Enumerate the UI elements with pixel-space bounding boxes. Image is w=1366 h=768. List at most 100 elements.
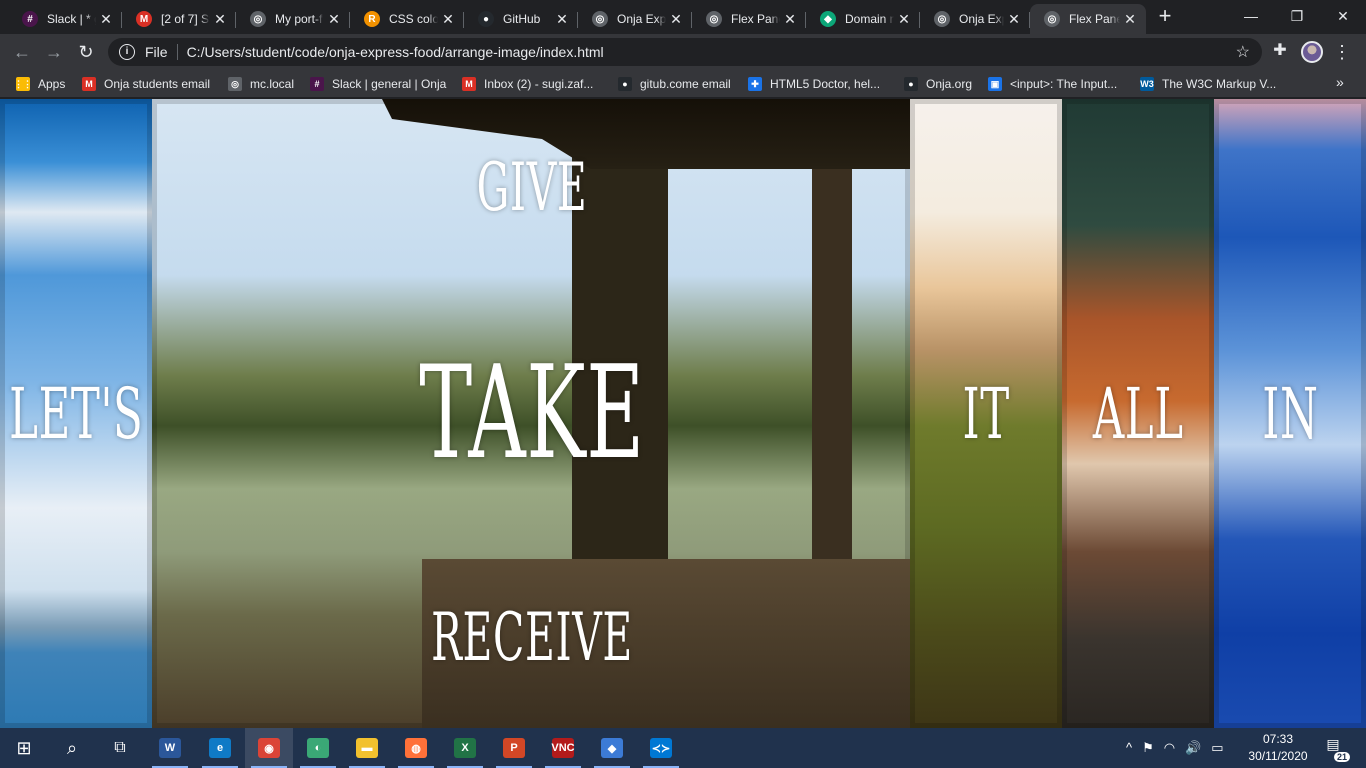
tab-close-icon[interactable]: ✕: [96, 11, 116, 28]
globe-icon: ◎: [706, 11, 722, 27]
tab-8[interactable]: ◆ Domain n ✕: [806, 4, 920, 34]
bookmark-9[interactable]: ▣ <input>: The Input...: [988, 75, 1117, 93]
maximize-button[interactable]: ❐: [1274, 0, 1320, 32]
minimize-button[interactable]: —: [1228, 0, 1274, 32]
bookmarks-overflow-icon[interactable]: »: [1336, 74, 1344, 90]
notification-glyph: ▤: [1326, 736, 1340, 752]
taskbar-powerpoint-icon[interactable]: P: [490, 728, 538, 768]
start-button[interactable]: ⊞: [0, 728, 48, 768]
taskbar-chrome-icon[interactable]: ◉: [245, 728, 293, 768]
tab-close-icon[interactable]: ✕: [780, 11, 800, 28]
bookmark-label: Onja.org: [926, 77, 973, 91]
bookmark-10[interactable]: W3 The W3C Markup V...: [1140, 75, 1276, 93]
taskbar-word-icon[interactable]: W: [146, 728, 194, 768]
r-icon: R: [364, 11, 380, 27]
mdn-icon: ▣: [988, 77, 1002, 91]
w3c-icon: W3: [1140, 77, 1154, 91]
profile-avatar[interactable]: [1301, 41, 1323, 63]
vnc-glyph: VNC: [551, 738, 575, 758]
github-icon: ●: [618, 77, 632, 91]
search-icon[interactable]: ⌕: [48, 728, 96, 768]
volume-icon[interactable]: 🔊: [1185, 740, 1201, 756]
bookmark-8[interactable]: ● Onja.org: [904, 75, 972, 93]
browser-menu-icon[interactable]: ⋮: [1333, 38, 1351, 66]
globe-icon: ◎: [250, 11, 266, 27]
taskbar-edge-icon[interactable]: e: [196, 728, 244, 768]
taskbar-git-icon[interactable]: ◆: [588, 728, 636, 768]
tab-2[interactable]: M [2 of 7] Sy ✕: [122, 4, 236, 34]
panel-2[interactable]: Give Take Receive: [152, 99, 910, 728]
security-icon[interactable]: ⚑: [1142, 740, 1154, 756]
taskbar-excel-icon[interactable]: X: [441, 728, 489, 768]
panel-2-top-word: Give: [476, 149, 588, 226]
back-button[interactable]: ←: [8, 38, 36, 66]
extensions-puzzle-icon[interactable]: ✚: [1268, 40, 1292, 64]
reload-button[interactable]: ↻: [72, 38, 100, 66]
show-hidden-icons[interactable]: ^: [1126, 740, 1132, 756]
bookmark-3[interactable]: ◎ mc.local: [228, 75, 294, 93]
panel-4-middle-word: All: [1092, 372, 1184, 455]
panel-5[interactable]: In: [1214, 99, 1366, 728]
bookmark-7[interactable]: ✚ HTML5 Doctor, hel...: [748, 75, 880, 93]
panel-1[interactable]: Let's: [0, 99, 152, 728]
bookmark-2[interactable]: M Onja students email: [82, 75, 210, 93]
tab-9[interactable]: ◎ Onja Exp ✕: [920, 4, 1030, 34]
tab-close-icon[interactable]: ✕: [324, 11, 344, 28]
tab-close-icon[interactable]: ✕: [666, 11, 686, 28]
firefox-glyph: ◍: [405, 738, 427, 758]
panel-4[interactable]: All: [1062, 99, 1214, 728]
bookmark-label: Apps: [38, 77, 66, 91]
clock-time: 07:33: [1262, 732, 1294, 746]
url-text[interactable]: C:/Users/student/code/onja-express-food/…: [187, 44, 1236, 60]
tab-close-icon[interactable]: ✕: [438, 11, 458, 28]
tab-4[interactable]: R CSS colors✕: [350, 4, 464, 34]
tab-1[interactable]: # Slack | * general✕: [8, 4, 122, 34]
taskbar-vnc-icon[interactable]: VNC: [539, 728, 587, 768]
tab-close-icon[interactable]: ✕: [552, 11, 572, 28]
close-window-button[interactable]: ✕: [1320, 0, 1366, 32]
powerpoint-glyph: P: [503, 738, 525, 758]
bookmark-5[interactable]: M Inbox (2) - sugi.zaf...: [462, 75, 593, 93]
tab-5[interactable]: ● GitHub ✕: [464, 4, 578, 34]
tab-6[interactable]: ◎ Onja Exp ✕: [578, 4, 692, 34]
file-explorer-glyph: ▬: [356, 738, 378, 758]
bookmark-label: mc.local: [250, 77, 295, 91]
tab-close-icon[interactable]: ✕: [1120, 11, 1140, 28]
bookmark-1[interactable]: ⋮⋮ Apps: [14, 75, 66, 93]
tab-7[interactable]: ◎ Flex Pane ✕: [692, 4, 806, 34]
globe-icon: ◎: [592, 11, 608, 27]
panel-3[interactable]: It: [910, 99, 1062, 728]
panel-2-middle-word: Take: [419, 339, 645, 488]
tab-close-icon[interactable]: ✕: [210, 11, 230, 28]
bookmark-6[interactable]: ● gitub.come email: [618, 75, 731, 93]
bookmark-4[interactable]: # Slack | general | Onja: [310, 75, 446, 93]
taskbar-firefox-icon[interactable]: ◍: [392, 728, 440, 768]
taskbar-file-explorer-icon[interactable]: ▬: [343, 728, 391, 768]
diamond-icon: ◆: [820, 11, 836, 27]
new-tab-button[interactable]: +: [1152, 4, 1178, 30]
tab-title: CSS colors: [389, 12, 438, 26]
taskbar-vscode-icon[interactable]: ≺≻: [637, 728, 685, 768]
address-bar[interactable]: i File C:/Users/student/code/onja-expres…: [108, 38, 1262, 66]
notifications-icon[interactable]: ▤ 21: [1322, 736, 1350, 762]
slack-icon: #: [22, 11, 38, 27]
globe-icon: ◎: [228, 77, 242, 91]
site-info-icon[interactable]: i: [119, 44, 135, 60]
taskbar-sketch-icon[interactable]: ◐: [294, 728, 342, 768]
tab-close-icon[interactable]: ✕: [1004, 11, 1024, 28]
tab-3[interactable]: ◎ My port-f ✕: [236, 4, 350, 34]
globe-icon: ◎: [1044, 11, 1060, 27]
flex-panels-page: Let's Give Take Receive It All In: [0, 99, 1366, 728]
panel-5-middle-word: In: [1261, 372, 1319, 455]
battery-icon[interactable]: ▭: [1211, 740, 1223, 756]
tab-10[interactable]: ◎ Flex Pane ✕: [1030, 4, 1146, 34]
taskbar-clock[interactable]: 07:33 30/11/2020: [1244, 731, 1312, 765]
tab-close-icon[interactable]: ✕: [894, 11, 914, 28]
forward-button[interactable]: →: [40, 38, 68, 66]
wifi-icon[interactable]: ◠: [1164, 740, 1175, 756]
gmail-icon: M: [136, 11, 152, 27]
task-view-icon[interactable]: ⧉: [96, 728, 144, 768]
bookmark-star-icon[interactable]: ☆: [1236, 42, 1250, 62]
tab-title: [2 of 7] Sy: [161, 12, 210, 26]
scheme-label: File: [145, 44, 168, 60]
